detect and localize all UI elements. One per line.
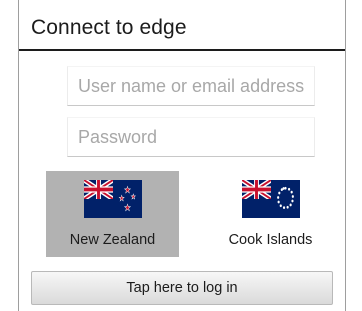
title-divider [19, 49, 345, 51]
region-label: New Zealand [69, 232, 156, 248]
password-input[interactable] [68, 118, 314, 156]
login-button[interactable]: Tap here to log in [31, 271, 333, 305]
username-field-container [67, 66, 315, 106]
region-option-cook-islands[interactable]: Cook Islands [204, 171, 337, 257]
connect-dialog: Connect to edge New Zealand [18, 0, 346, 311]
username-input[interactable] [68, 67, 314, 105]
cook-islands-flag-icon [241, 180, 300, 218]
region-option-new-zealand[interactable]: New Zealand [46, 171, 179, 257]
password-field-container [67, 117, 315, 157]
region-label: Cook Islands [228, 232, 313, 248]
new-zealand-flag-icon [83, 180, 142, 218]
dialog-title: Connect to edge [31, 16, 187, 39]
